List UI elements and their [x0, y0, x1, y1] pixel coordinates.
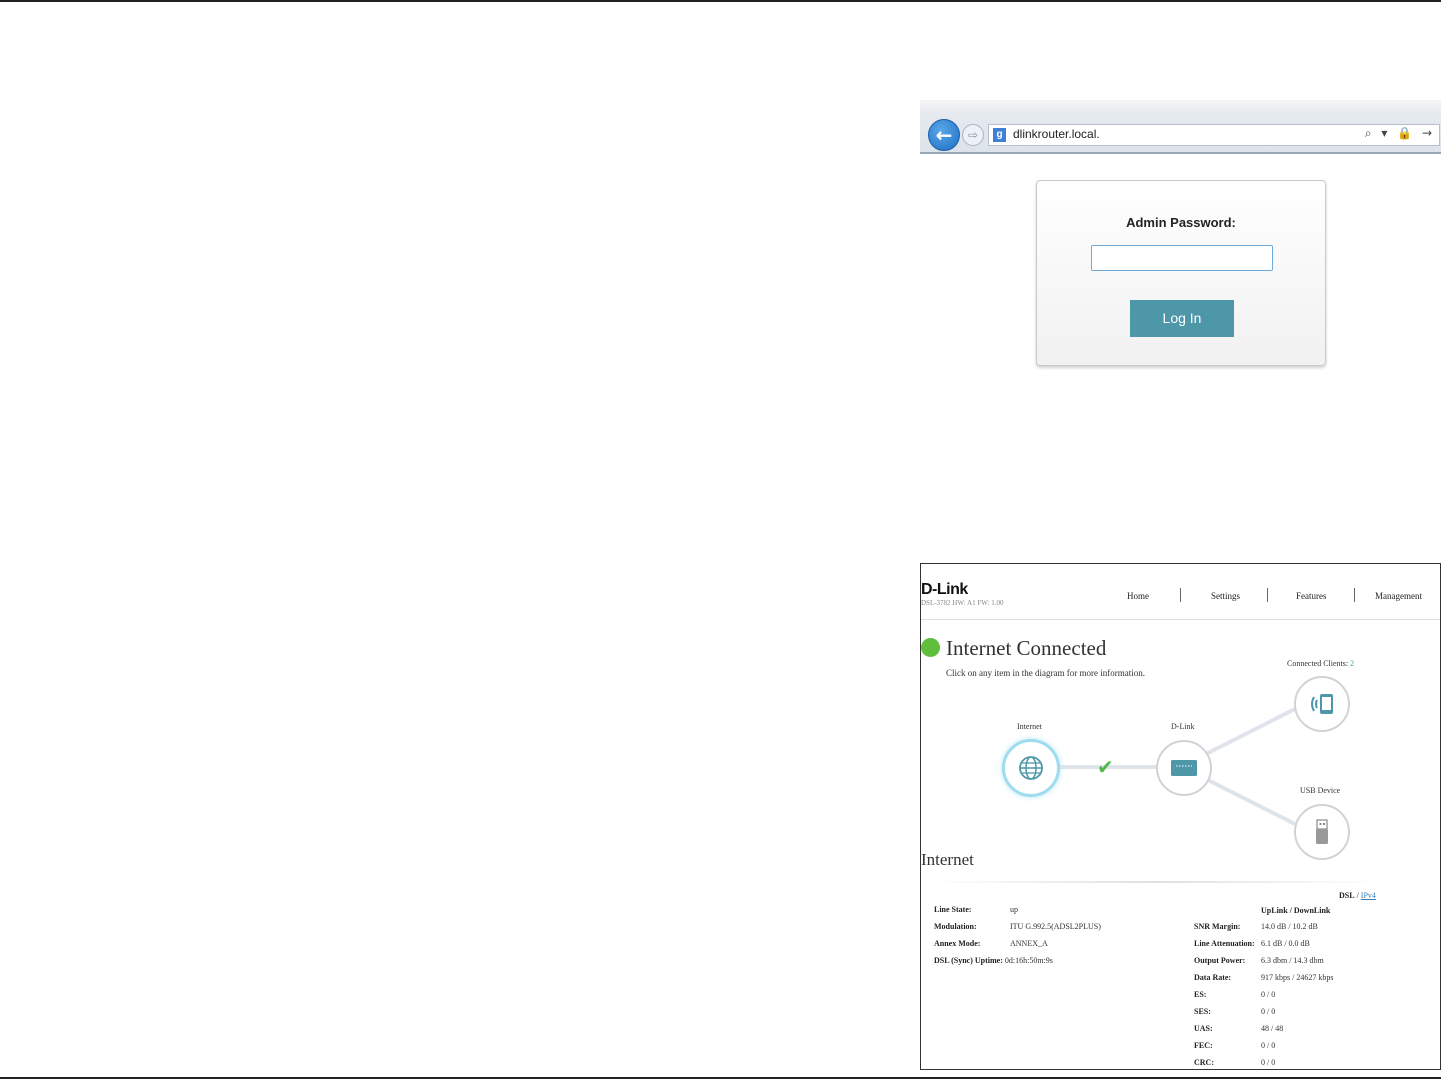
bottom-rule [0, 1077, 1441, 1079]
dsl-stat-label: UAS: [1194, 1024, 1213, 1033]
address-bar[interactable]: g dlinkrouter.local. ⌕ ▾ 🔒 → [988, 124, 1440, 146]
dsl-stat-value: 0 / 0 [1261, 990, 1276, 999]
dsl-stat-label: SES: [1194, 1007, 1211, 1016]
annex-mode-value: ANNEX_A [1010, 939, 1048, 948]
modulation-label-row: Modulation: [934, 922, 977, 931]
dsl-stat-label: CRC: [1194, 1058, 1214, 1067]
tab-ipv4[interactable]: IPv4 [1361, 891, 1376, 900]
network-diagram-links [1056, 707, 1296, 826]
address-bar-url: dlinkrouter.local. [1013, 127, 1100, 141]
mobile-device-icon [1311, 694, 1333, 714]
dsl-stat-value: 0 / 0 [1261, 1007, 1276, 1016]
dsl-stat-label: ES: [1194, 990, 1207, 999]
uptime-label: DSL (Sync) Uptime: [934, 956, 1003, 965]
dsl-stat-label: Data Rate: [1194, 973, 1232, 982]
browser-tabstrip [920, 100, 1441, 114]
router-status-page: D-Link DSL-3782 HW: A1 FW: 1.00 Home Set… [920, 563, 1441, 1070]
usb-node-label: USB Device [1300, 786, 1341, 795]
forward-arrow-icon: ⇨ [967, 128, 979, 142]
uptime-value: 0d:16h:50m:9s [1004, 956, 1053, 965]
line-state-row: Line State: [934, 905, 972, 914]
usb-link [1205, 777, 1296, 826]
globe-icon [1019, 756, 1043, 780]
dsl-stat-value: 0 / 0 [1261, 1041, 1276, 1050]
dsl-stat-label: Output Power: [1194, 956, 1246, 965]
dsl-stat-value: 6.1 dB / 0.0 dB [1261, 939, 1310, 948]
dsl-stat-value: 0 / 0 [1261, 1058, 1276, 1067]
clients-count: 2 [1350, 659, 1355, 668]
dsl-stat-value: 6.3 dbm / 14.3 dbm [1261, 956, 1324, 965]
router-node[interactable] [1156, 740, 1212, 796]
usb-device-node[interactable] [1294, 804, 1350, 860]
dsl-stat-label: FEC: [1194, 1041, 1213, 1050]
usb-drive-icon [1316, 819, 1328, 844]
dsl-stat-value: 48 / 48 [1261, 1024, 1284, 1033]
site-favicon-icon: g [993, 128, 1006, 142]
line-state-label: Line State: [934, 905, 972, 914]
uplink-downlink-header: UpLink / DownLink [1261, 906, 1331, 915]
internet-node-label: Internet [1017, 722, 1042, 731]
annex-mode-label: Annex Mode: [934, 939, 981, 948]
clients-node-label: Connected Clients: 2 [1287, 659, 1354, 668]
login-button[interactable]: Log In [1130, 300, 1234, 337]
modulation-value: ITU G.992.5(ADSL2PLUS) [1010, 922, 1101, 931]
clients-link [1205, 707, 1296, 756]
dsl-stat-label: SNR Margin: [1194, 922, 1241, 931]
modulation-label: Modulation: [934, 922, 977, 931]
line-state-value: up [1010, 905, 1018, 914]
address-bar-tools[interactable]: ⌕ ▾ 🔒 → [1365, 126, 1435, 141]
login-panel: Admin Password: Log In [1036, 180, 1326, 366]
dsl-stat-value: 14.0 dB / 10.2 dB [1261, 922, 1318, 931]
connection-type-tabs: DSL / IPv4 [1339, 891, 1376, 900]
router-icon [1171, 760, 1197, 776]
clients-label-text: Connected Clients: [1287, 659, 1349, 668]
dsl-stat-label: Line Attenuation: [1194, 939, 1255, 948]
dsl-stat-value: 917 kbps / 24627 kbps [1261, 973, 1334, 982]
admin-password-input[interactable] [1091, 245, 1273, 271]
browser-toolbar: ← ⇨ g dlinkrouter.local. ⌕ ▾ 🔒 → [920, 100, 1441, 154]
top-rule [0, 0, 1441, 2]
router-node-label: D-Link [1171, 722, 1195, 731]
internet-section-title: Internet [921, 850, 974, 869]
connected-clients-node[interactable] [1294, 676, 1350, 732]
tab-dsl[interactable]: DSL [1339, 891, 1355, 900]
section-divider [931, 881, 1381, 883]
back-arrow-icon: ← [935, 123, 953, 147]
checkmark-icon: ✔ [1097, 755, 1114, 779]
uptime-row: DSL (Sync) Uptime: 0d:16h:50m:9s [934, 956, 1053, 965]
back-button[interactable]: ← [928, 119, 960, 151]
admin-password-label: Admin Password: [1126, 215, 1236, 230]
tab-separator: / [1356, 891, 1359, 900]
internet-node[interactable] [1002, 739, 1060, 797]
annex-label-row: Annex Mode: [934, 939, 980, 948]
forward-button[interactable]: ⇨ [962, 124, 984, 146]
